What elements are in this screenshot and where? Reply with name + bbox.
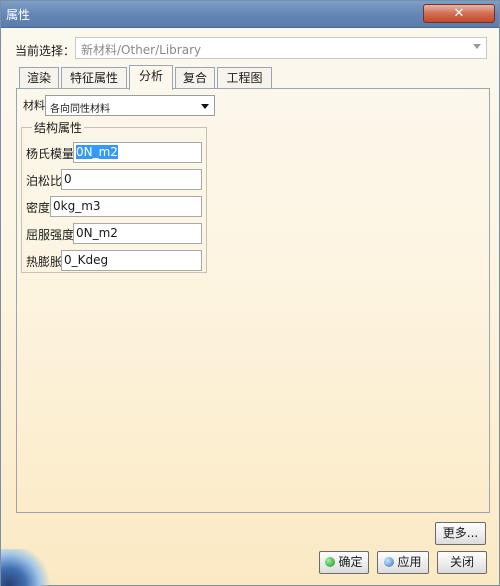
- thermal-expansion-value: 0_Kdeg: [64, 253, 109, 267]
- yield-strength-label: 屈服强度: [26, 228, 75, 242]
- close-window-button[interactable]: ✕: [423, 4, 495, 23]
- thermal-expansion-input[interactable]: 0_Kdeg: [61, 250, 202, 271]
- chevron-down-icon: [201, 104, 209, 109]
- youngs-modulus-value: 0N_m2: [76, 145, 118, 159]
- current-selection-label: 当前选择：: [15, 44, 76, 58]
- density-label: 密度: [26, 201, 51, 215]
- tab-analysis[interactable]: 分析: [129, 65, 173, 90]
- title-bar[interactable]: 属性 ✕: [1, 1, 499, 28]
- window-title: 属性: [6, 8, 31, 22]
- current-selection-combobox[interactable]: 新材料/Other/Library: [75, 37, 487, 59]
- poisson-ratio-label: 泊松比: [26, 174, 63, 188]
- yield-strength-value: 0N_m2: [76, 226, 118, 240]
- properties-dialog: 属性 ✕ 当前选择： 新材料/Other/Library 渲染 特征属性 分析 …: [0, 0, 500, 586]
- tab-composites[interactable]: 复合: [175, 67, 215, 89]
- ok-button[interactable]: 确定: [319, 551, 369, 574]
- ok-icon: [325, 557, 336, 567]
- yield-strength-input[interactable]: 0N_m2: [73, 223, 202, 244]
- youngs-modulus-label: 杨氏模量: [26, 147, 75, 161]
- density-value: 0kg_m3: [53, 199, 101, 213]
- poisson-ratio-input[interactable]: 0: [61, 169, 202, 190]
- tab-label: 渲染: [26, 71, 51, 85]
- tab-drafting[interactable]: 工程图: [217, 67, 272, 89]
- apply-button[interactable]: 应用: [377, 551, 429, 574]
- apply-icon: [384, 557, 395, 567]
- material-type-select[interactable]: 各向同性材料: [45, 95, 215, 116]
- tab-feature-properties[interactable]: 特征属性: [61, 67, 127, 89]
- close-button[interactable]: 关闭: [437, 551, 487, 574]
- tab-label: 分析: [138, 69, 163, 83]
- tab-label: 特征属性: [69, 71, 118, 85]
- tab-label: 工程图: [226, 71, 263, 85]
- material-label: 材料: [23, 99, 45, 112]
- poisson-ratio-value: 0: [64, 172, 72, 186]
- corner-graphic: [1, 549, 51, 586]
- density-input[interactable]: 0kg_m3: [50, 196, 202, 217]
- apply-label: 应用: [397, 555, 422, 569]
- tab-label: 复合: [182, 71, 207, 85]
- ok-label: 确定: [338, 555, 363, 569]
- youngs-modulus-input[interactable]: 0N_m2: [73, 142, 202, 163]
- tab-render[interactable]: 渲染: [19, 67, 59, 89]
- material-type-value: 各向同性材料: [50, 104, 110, 115]
- thermal-expansion-label: 热膨胀: [26, 255, 63, 269]
- more-button[interactable]: 更多...: [435, 522, 486, 545]
- current-selection-value: 新材料/Other/Library: [81, 43, 202, 57]
- structural-properties-title: 结构属性: [32, 119, 85, 136]
- chevron-down-icon: [473, 44, 481, 49]
- close-icon: ✕: [453, 6, 465, 21]
